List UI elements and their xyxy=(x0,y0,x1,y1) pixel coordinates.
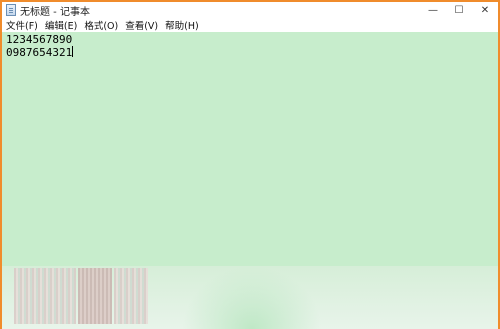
menu-help[interactable]: 帮助(H) xyxy=(165,18,199,32)
menu-file[interactable]: 文件(F) xyxy=(6,18,38,32)
background-blur xyxy=(2,266,498,329)
menu-edit[interactable]: 编辑(E) xyxy=(45,18,77,32)
menu-format[interactable]: 格式(O) xyxy=(84,18,118,32)
blurred-tile xyxy=(14,268,76,324)
notepad-icon[interactable] xyxy=(6,4,16,16)
menu-view[interactable]: 查看(V) xyxy=(125,18,158,32)
menu-bar: 文件(F) 编辑(E) 格式(O) 查看(V) 帮助(H) xyxy=(2,18,498,32)
maximize-button[interactable]: ☐ xyxy=(446,2,472,18)
blurred-tile xyxy=(114,268,148,324)
text-line: 1234567890 xyxy=(6,33,73,46)
text-line-content: 0987654321 xyxy=(6,46,73,59)
window-title: 无标题 - 记事本 xyxy=(20,6,90,18)
blurred-tile xyxy=(78,268,112,324)
text-line: 0987654321 xyxy=(6,46,494,59)
close-button[interactable]: ✕ xyxy=(472,2,498,18)
text-caret xyxy=(72,46,74,57)
background-glow xyxy=(182,266,322,329)
title-bar[interactable]: 无标题 - 记事本 — ☐ ✕ xyxy=(2,2,498,18)
window-controls: — ☐ ✕ xyxy=(420,2,498,18)
minimize-button[interactable]: — xyxy=(420,2,446,18)
text-editor[interactable]: 1234567890 0987654321 xyxy=(2,32,498,300)
notepad-window: 无标题 - 记事本 — ☐ ✕ 文件(F) 编辑(E) 格式(O) 查看(V) … xyxy=(0,0,500,329)
